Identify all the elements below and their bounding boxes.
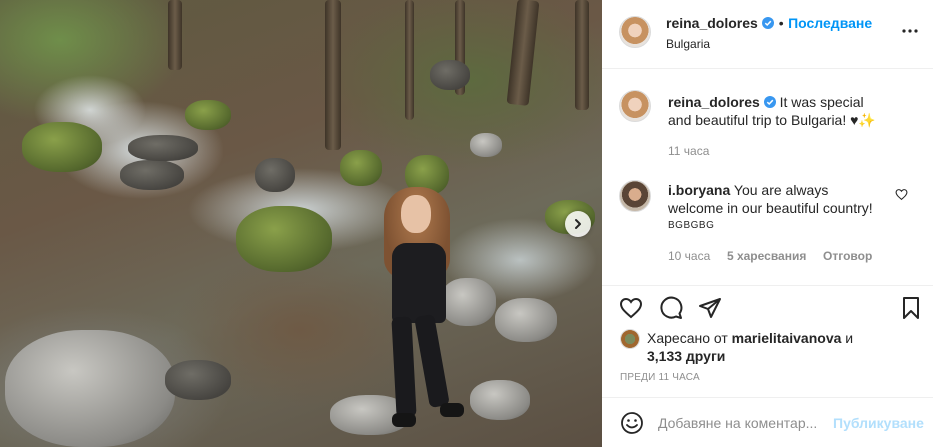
face bbox=[401, 195, 431, 233]
tree-trunk bbox=[168, 0, 182, 70]
mossy-rock bbox=[185, 100, 231, 130]
smiley-icon[interactable] bbox=[620, 411, 644, 435]
comments-list: reina_dolores It was special and beautif… bbox=[602, 70, 933, 284]
rock bbox=[165, 360, 231, 400]
comment: i.boryana You are always welcome in our … bbox=[668, 181, 886, 217]
paper-plane-icon[interactable] bbox=[698, 296, 722, 320]
tree-trunk bbox=[325, 0, 341, 150]
post-location[interactable]: Bulgaria bbox=[666, 37, 710, 51]
post-sidebar: reina_dolores • Последване Bulgaria rein… bbox=[602, 0, 933, 447]
caption: reina_dolores It was special and beautif… bbox=[668, 93, 888, 129]
post-time-ago[interactable]: ПРЕДИ 11 ЧАСА bbox=[620, 372, 700, 383]
likes-and: и bbox=[845, 330, 854, 346]
comment-time[interactable]: 10 часа bbox=[668, 249, 710, 263]
comment-bubble-icon[interactable] bbox=[659, 296, 683, 320]
separator-dot: • bbox=[778, 15, 784, 31]
tree-trunk bbox=[405, 0, 414, 120]
rock bbox=[430, 60, 470, 90]
comment-likes[interactable]: 5 харесвания bbox=[727, 249, 806, 263]
shoe bbox=[392, 413, 416, 427]
rock bbox=[495, 298, 557, 342]
commenter-username[interactable]: i.boryana bbox=[668, 182, 730, 198]
reply-button[interactable]: Отговор bbox=[823, 249, 872, 263]
post-header: reina_dolores • Последване Bulgaria bbox=[602, 0, 933, 69]
follow-button[interactable]: Последване bbox=[788, 15, 872, 31]
commenter-avatar[interactable] bbox=[619, 180, 651, 212]
tree-trunk bbox=[575, 0, 589, 110]
likes-summary: Харесано от marielitaivanova и 3,133 дру… bbox=[647, 329, 907, 365]
chevron-right-icon bbox=[575, 219, 581, 229]
comment-input[interactable] bbox=[658, 413, 830, 433]
rock bbox=[470, 380, 530, 420]
likes-prefix: Харесано от bbox=[647, 330, 728, 346]
rock bbox=[120, 160, 184, 190]
mossy-rock bbox=[22, 122, 102, 172]
rock bbox=[470, 133, 502, 157]
comment-like-icon[interactable] bbox=[895, 188, 908, 201]
author-avatar[interactable] bbox=[619, 16, 651, 48]
person-standing bbox=[378, 185, 464, 435]
mossy-rock bbox=[236, 206, 332, 272]
likes-others[interactable]: 3,133 други bbox=[647, 348, 725, 364]
heart-icon[interactable] bbox=[619, 296, 643, 320]
more-options-icon[interactable] bbox=[901, 22, 919, 40]
liker-username[interactable]: marielitaivanova bbox=[732, 330, 842, 346]
leg bbox=[414, 313, 450, 409]
comment-flags: BGBGBG bbox=[668, 220, 715, 231]
shoe bbox=[440, 403, 464, 417]
publish-button[interactable]: Публикуване bbox=[833, 415, 924, 431]
jacket bbox=[392, 243, 446, 323]
mossy-rock bbox=[340, 150, 382, 186]
rock bbox=[255, 158, 295, 192]
verified-badge-icon bbox=[762, 17, 775, 29]
large-rock bbox=[5, 330, 175, 447]
next-photo-button[interactable] bbox=[565, 211, 591, 237]
rock bbox=[128, 135, 198, 161]
leg bbox=[391, 316, 417, 418]
caption-username[interactable]: reina_dolores bbox=[668, 94, 760, 110]
caption-time[interactable]: 11 часа bbox=[668, 144, 709, 158]
liker-avatar[interactable] bbox=[620, 329, 640, 349]
tree-trunk bbox=[506, 0, 540, 106]
bookmark-icon[interactable] bbox=[899, 296, 923, 320]
comment-composer: Публикуване bbox=[602, 397, 933, 447]
post-photo[interactable] bbox=[0, 0, 602, 447]
author-line: reina_dolores • Последване bbox=[666, 15, 872, 33]
comment-meta: 10 часа 5 харесвания Отговор bbox=[668, 249, 872, 263]
author-username[interactable]: reina_dolores bbox=[666, 15, 758, 31]
verified-badge-icon bbox=[763, 96, 776, 108]
post-actions bbox=[602, 285, 933, 329]
caption-avatar[interactable] bbox=[619, 90, 651, 122]
